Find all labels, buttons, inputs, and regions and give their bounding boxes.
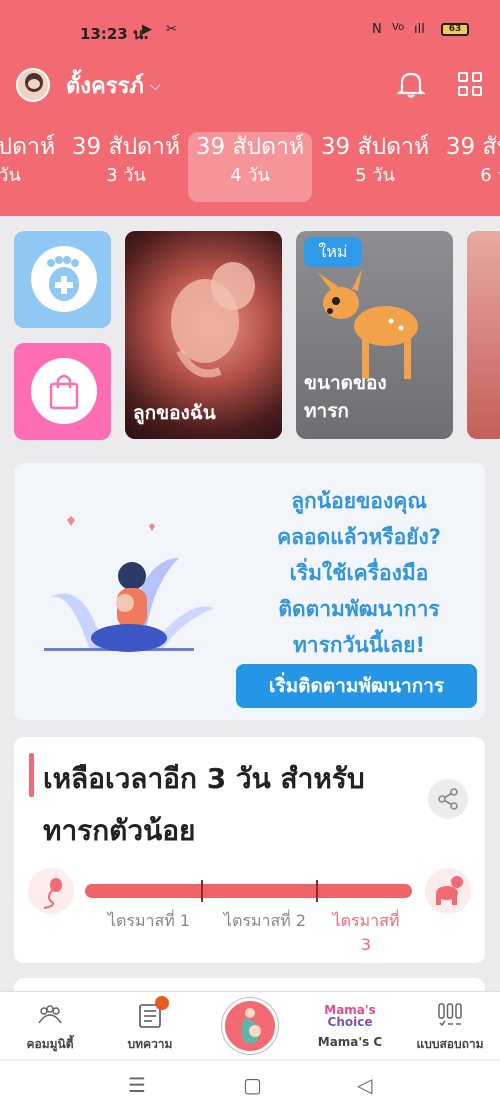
battery-icon: 63 xyxy=(441,23,469,36)
profile-selector[interactable]: ตั้งครรภ์ ⌵ xyxy=(66,68,161,103)
tab-articles-label: บทความ xyxy=(127,1037,173,1051)
week-item[interactable]: 39 สัปดาห์6 วัน xyxy=(438,132,500,202)
system-nav-bar: ☰ ▢ ◁ xyxy=(0,1060,500,1111)
app-root: 13:23 น. ▶ ✂ N Vo ıll 63 ตั้งครรภ์ ⌵ 39 … xyxy=(0,0,500,1111)
home-icon[interactable]: ▢ xyxy=(243,1073,262,1097)
week-item[interactable]: 39 สัปดาห์ 3 วัน xyxy=(64,132,188,202)
recent-apps-icon[interactable]: ☰ xyxy=(128,1073,146,1097)
trimester-1-label: ไตรมาสที่ 1 xyxy=(107,911,191,930)
community-icon xyxy=(38,1005,62,1024)
mamas-choice-icon: Mama's Choice xyxy=(324,1003,376,1029)
accent-bar xyxy=(29,753,34,797)
week-item-selected[interactable]: 39 สัปดาห์ 4 วัน xyxy=(188,132,312,202)
baby-crawling-icon xyxy=(425,868,471,914)
trimester-3-label: ไตรมาสที่ 3 xyxy=(332,911,400,954)
notification-icon: ✂ xyxy=(166,22,177,37)
notification-dot xyxy=(155,996,169,1010)
my-baby-label: ลูกของฉัน xyxy=(133,402,216,424)
next-card-peek[interactable] xyxy=(467,231,500,439)
survey-icon xyxy=(438,1003,462,1027)
countdown-title: เหลือเวลาอีก 3 วัน สำหรับ ทารกตัวน้อย xyxy=(43,762,365,847)
trimester-divider xyxy=(201,880,203,902)
growth-tracker-promo: ลูกน้อยของคุณ คลอดแล้วหรือยัง? เริ่มใช้เ… xyxy=(14,463,485,720)
avatar[interactable] xyxy=(16,68,50,102)
week-selector: 39 สัปดาห์2 วัน 39 สัปดาห์3 วัน 39 สัปดา… xyxy=(0,126,500,206)
chevron-down-icon: ⌵ xyxy=(149,77,161,94)
tab-survey-label: แบบสอบถาม xyxy=(416,1037,484,1051)
baby-size-card[interactable]: ใหม่ ขนาดของ ทารก xyxy=(296,231,453,439)
signal-icon: ıll xyxy=(414,22,425,37)
week-item[interactable]: 39 สัปดาห์ 5 วัน xyxy=(313,132,437,202)
due-date-countdown-card: เหลือเวลาอีก 3 วัน สำหรับ ทารกตัวน้อย ไต… xyxy=(14,737,485,963)
tab-community[interactable]: คอมมูนิตี้ xyxy=(0,992,100,1060)
tab-mamas-choice[interactable]: Mama's Choice Mama's C xyxy=(300,992,400,1060)
new-badge: ใหม่ xyxy=(304,237,362,267)
nfc-icon: N xyxy=(372,22,382,37)
shopping-tile[interactable] xyxy=(14,343,111,440)
tab-articles[interactable]: บทความ xyxy=(100,992,200,1060)
shopping-bag-icon xyxy=(31,358,97,424)
header: 13:23 น. ▶ ✂ N Vo ıll 63 ตั้งครรภ์ ⌵ 39 … xyxy=(0,0,500,216)
week-item[interactable]: 39 สัปดาห์2 วัน xyxy=(0,132,63,202)
status-bar: 13:23 น. ▶ ✂ N Vo ıll 63 xyxy=(0,0,500,60)
back-icon[interactable]: ◁ xyxy=(357,1073,372,1097)
tab-community-label: คอมมูนิตี้ xyxy=(26,1037,74,1051)
start-tracking-button[interactable]: เริ่มติดตามพัฒนาการ xyxy=(236,664,477,708)
trimester-divider xyxy=(316,880,318,902)
baby-size-label-1: ขนาดของ xyxy=(304,372,387,394)
tab-survey[interactable]: แบบสอบถาม xyxy=(400,992,500,1060)
grid-menu-icon[interactable] xyxy=(458,72,482,96)
breastfeeding-illustration xyxy=(44,516,214,652)
share-icon[interactable] xyxy=(428,779,468,819)
volte-icon: Vo xyxy=(392,22,405,33)
profile-name: ตั้งครรภ์ xyxy=(66,74,144,99)
pregnancy-icon xyxy=(241,1008,261,1043)
baby-size-label-2: ทารก xyxy=(304,400,349,422)
sperm-icon xyxy=(28,868,74,914)
bell-icon[interactable] xyxy=(395,69,427,99)
pregnancy-home-button[interactable] xyxy=(222,998,278,1054)
promo-text: ลูกน้อยของคุณ คลอดแล้วหรือยัง? เริ่มใช้เ… xyxy=(277,489,441,657)
kick-counter-tile[interactable] xyxy=(14,231,111,328)
status-time: 13:23 น. xyxy=(80,25,149,43)
tab-mamas-choice-label: Mama's C xyxy=(317,1035,383,1049)
pregnancy-progress-bar xyxy=(85,884,412,898)
youtube-icon: ▶ xyxy=(142,22,152,37)
foot-icon xyxy=(31,246,97,312)
trimester-2-label: ไตรมาสที่ 2 xyxy=(223,911,307,930)
my-baby-card[interactable]: ลูกของฉัน xyxy=(125,231,282,439)
